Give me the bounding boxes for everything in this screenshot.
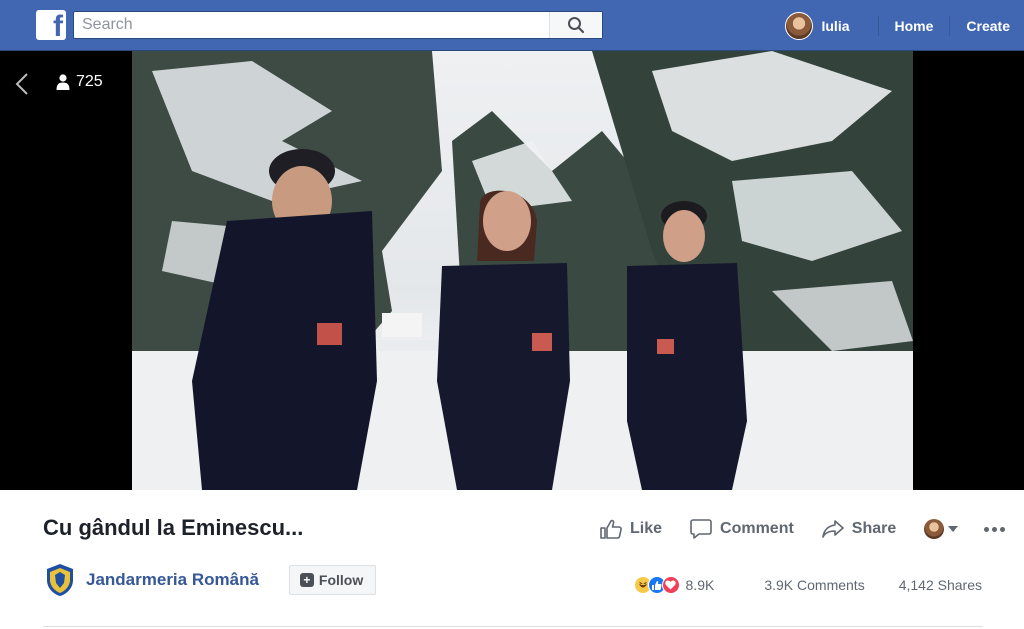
create-link[interactable]: Create: [964, 18, 1012, 34]
share-icon: [821, 520, 844, 538]
chevron-left-icon: [15, 73, 28, 95]
page-logo-icon[interactable]: [43, 562, 77, 598]
facebook-logo-icon[interactable]: f: [36, 10, 66, 40]
follow-button[interactable]: + Follow: [288, 565, 377, 595]
reactions-summary[interactable]: [633, 576, 680, 594]
user-name: Iulia: [821, 17, 850, 34]
comments-count[interactable]: 3.9K Comments: [764, 577, 864, 593]
page-name-link[interactable]: Jandarmeria Română: [86, 570, 259, 590]
share-label: Share: [851, 520, 897, 537]
like-label: Like: [630, 520, 663, 537]
live-viewers-badge: 725: [48, 67, 111, 97]
nav-divider: [877, 15, 879, 36]
video-player[interactable]: 725: [0, 51, 1024, 490]
post-as-selector[interactable]: [924, 519, 959, 539]
nav-divider: [949, 15, 951, 36]
more-options-icon[interactable]: [984, 526, 1006, 532]
page-info: Jandarmeria Română + Follow: [43, 562, 377, 598]
user-avatar: [785, 11, 814, 40]
shares-count[interactable]: 4,142 Shares: [899, 577, 982, 593]
love-icon: [661, 576, 680, 594]
video-title: Cu gândul la Eminescu...: [43, 515, 304, 540]
search-button[interactable]: [549, 12, 602, 38]
caret-down-icon: [948, 526, 959, 532]
comment-icon: [690, 519, 712, 539]
search-icon: [568, 17, 585, 34]
profile-link[interactable]: Iulia: [785, 11, 863, 40]
home-link[interactable]: Home: [893, 18, 936, 34]
follow-label: Follow: [318, 572, 364, 588]
like-button[interactable]: Like: [600, 519, 662, 539]
video-frame: [132, 51, 913, 490]
plus-icon: +: [299, 573, 314, 587]
section-divider: [43, 626, 983, 627]
viewer-count: 725: [76, 73, 103, 90]
search-box: [73, 11, 603, 39]
share-button[interactable]: Share: [821, 519, 897, 539]
comment-button[interactable]: Comment: [690, 519, 794, 539]
reactions-count[interactable]: 8.9K: [686, 577, 715, 593]
thumbs-up-icon: [600, 519, 622, 539]
person-icon: [56, 74, 70, 90]
top-navigation-bar: f Iulia Home Create: [0, 0, 1024, 51]
winter-scene: [132, 51, 913, 490]
search-input[interactable]: [74, 12, 550, 38]
comment-label: Comment: [720, 520, 794, 537]
engagement-stats: 8.9K 3.9K Comments 4,142 Shares: [633, 574, 982, 596]
back-button[interactable]: [12, 69, 32, 99]
action-bar: Like Comment Share: [600, 516, 1006, 542]
user-avatar-small: [924, 519, 945, 539]
nav-right: Iulia Home Create: [785, 0, 1012, 51]
